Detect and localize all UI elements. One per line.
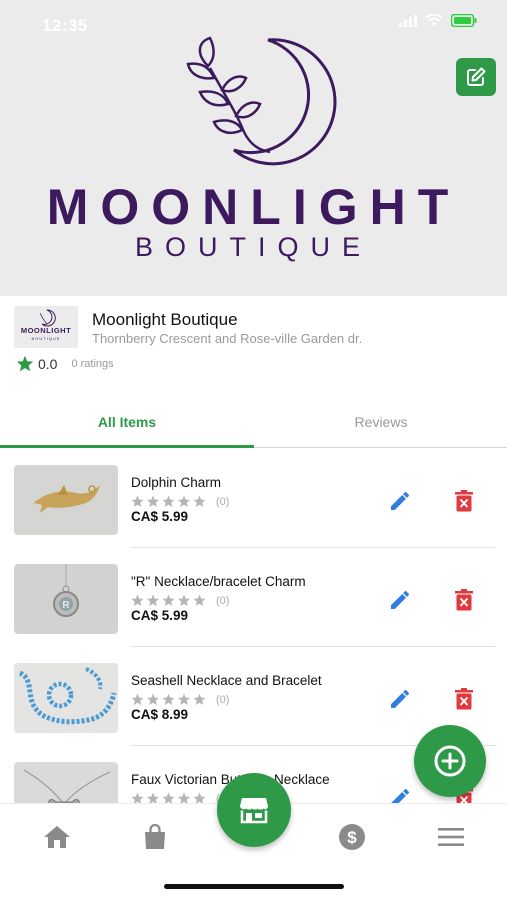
store-thumb-title: MOONLIGHT [20, 326, 72, 335]
tab-reviews[interactable]: Reviews [254, 396, 507, 448]
item-price: CA$ 5.99 [131, 509, 189, 524]
edit-item-button[interactable] [386, 784, 414, 803]
delete-item-button[interactable] [450, 487, 478, 515]
seashell-necklace-photo [14, 663, 118, 733]
store-icon [240, 798, 268, 824]
r-charm-photo: R [14, 564, 118, 634]
edit-square-icon [467, 67, 486, 86]
status-icons [399, 14, 477, 27]
trash-icon [455, 688, 473, 710]
item-thumbnail: R [14, 564, 118, 634]
dolphin-charm-photo [14, 465, 118, 535]
item-rating-stars: (0) [131, 693, 229, 706]
item-name: Seashell Necklace and Bracelet [131, 673, 322, 688]
home-icon [44, 826, 70, 848]
rating-stars-icon [131, 594, 206, 606]
store-rating: 0.0 0 ratings [16, 355, 114, 372]
nav-payments[interactable]: $ [335, 820, 369, 854]
wifi-icon [425, 14, 443, 26]
battery-icon [451, 14, 477, 27]
svg-text:$: $ [347, 828, 357, 847]
star-icon [16, 355, 34, 372]
edit-item-button[interactable] [386, 487, 414, 515]
edit-item-button[interactable] [386, 685, 414, 713]
store-name: Moonlight Boutique [92, 310, 238, 329]
banner-logo-title: MOONLIGHT [46, 179, 461, 235]
pencil-icon [391, 492, 409, 510]
item-price: CA$ 5.99 [131, 608, 189, 623]
pencil-icon [391, 789, 409, 803]
item-price: CA$ 8.99 [131, 707, 189, 722]
nav-menu[interactable] [434, 820, 468, 854]
item-thumbnail [14, 762, 118, 803]
item-name: Dolphin Charm [131, 475, 222, 490]
edit-banner-button[interactable] [456, 58, 496, 96]
trash-icon [455, 490, 473, 512]
store-banner: 12:35 MOONLIGHT BOUTIQUE [0, 0, 507, 296]
item-review-count: (0) [216, 693, 230, 706]
item-rating-stars: (0) [131, 495, 229, 508]
add-circle-icon [434, 745, 466, 777]
active-tab-indicator [0, 445, 254, 448]
item-review-count: (0) [216, 495, 230, 508]
add-item-button[interactable] [414, 725, 486, 797]
item-review-count: (0) [216, 594, 230, 607]
item-rating-stars: (0) [131, 594, 229, 607]
store-screen: 12:35 MOONLIGHT BOUTIQUE MOONLIGHT BOUTI… [0, 0, 507, 900]
dollar-icon: $ [339, 824, 365, 850]
pencil-icon [391, 690, 409, 708]
item-thumbnail [14, 465, 118, 535]
rating-stars-icon [131, 693, 206, 705]
item-name: "R" Necklace/bracelet Charm [131, 574, 306, 589]
signal-icon [399, 14, 417, 27]
store-ratings-count: 0 ratings [71, 357, 114, 370]
list-item[interactable]: R "R" Necklace/bracelet Charm (0) CA$ 5.… [0, 548, 507, 647]
list-item[interactable]: Dolphin Charm (0) CA$ 5.99 [0, 449, 507, 548]
svg-text:R: R [62, 600, 70, 611]
rating-stars-icon [131, 792, 206, 803]
store-logo-thumbnail: MOONLIGHT BOUTIQUE [14, 306, 78, 348]
nav-store-button[interactable] [217, 773, 291, 847]
edit-item-button[interactable] [386, 586, 414, 614]
store-tabs: All Items Reviews [0, 396, 507, 448]
bag-icon [145, 824, 165, 849]
rating-stars-icon [131, 495, 206, 507]
moon-mini-icon [39, 309, 56, 327]
banner-logo-subtitle: BOUTIQUE [134, 232, 372, 262]
butterfly-necklace-photo [14, 762, 118, 803]
nav-home[interactable] [40, 820, 74, 854]
pencil-icon [391, 591, 409, 609]
menu-icon [438, 828, 464, 846]
tab-all-items[interactable]: All Items [0, 396, 254, 448]
store-rating-value: 0.0 [38, 355, 58, 372]
trash-icon [455, 589, 473, 611]
delete-item-button[interactable] [450, 586, 478, 614]
store-address: Thornberry Crescent and Rose-ville Garde… [92, 331, 363, 346]
store-thumb-subtitle: BOUTIQUE [31, 336, 61, 341]
nav-bag[interactable] [138, 820, 172, 854]
home-indicator [164, 884, 344, 889]
delete-item-button[interactable] [450, 685, 478, 713]
item-thumbnail [14, 663, 118, 733]
item-rating-stars: (0) [131, 792, 229, 803]
store-header: MOONLIGHT BOUTIQUE Moonlight Boutique Th… [0, 296, 507, 396]
